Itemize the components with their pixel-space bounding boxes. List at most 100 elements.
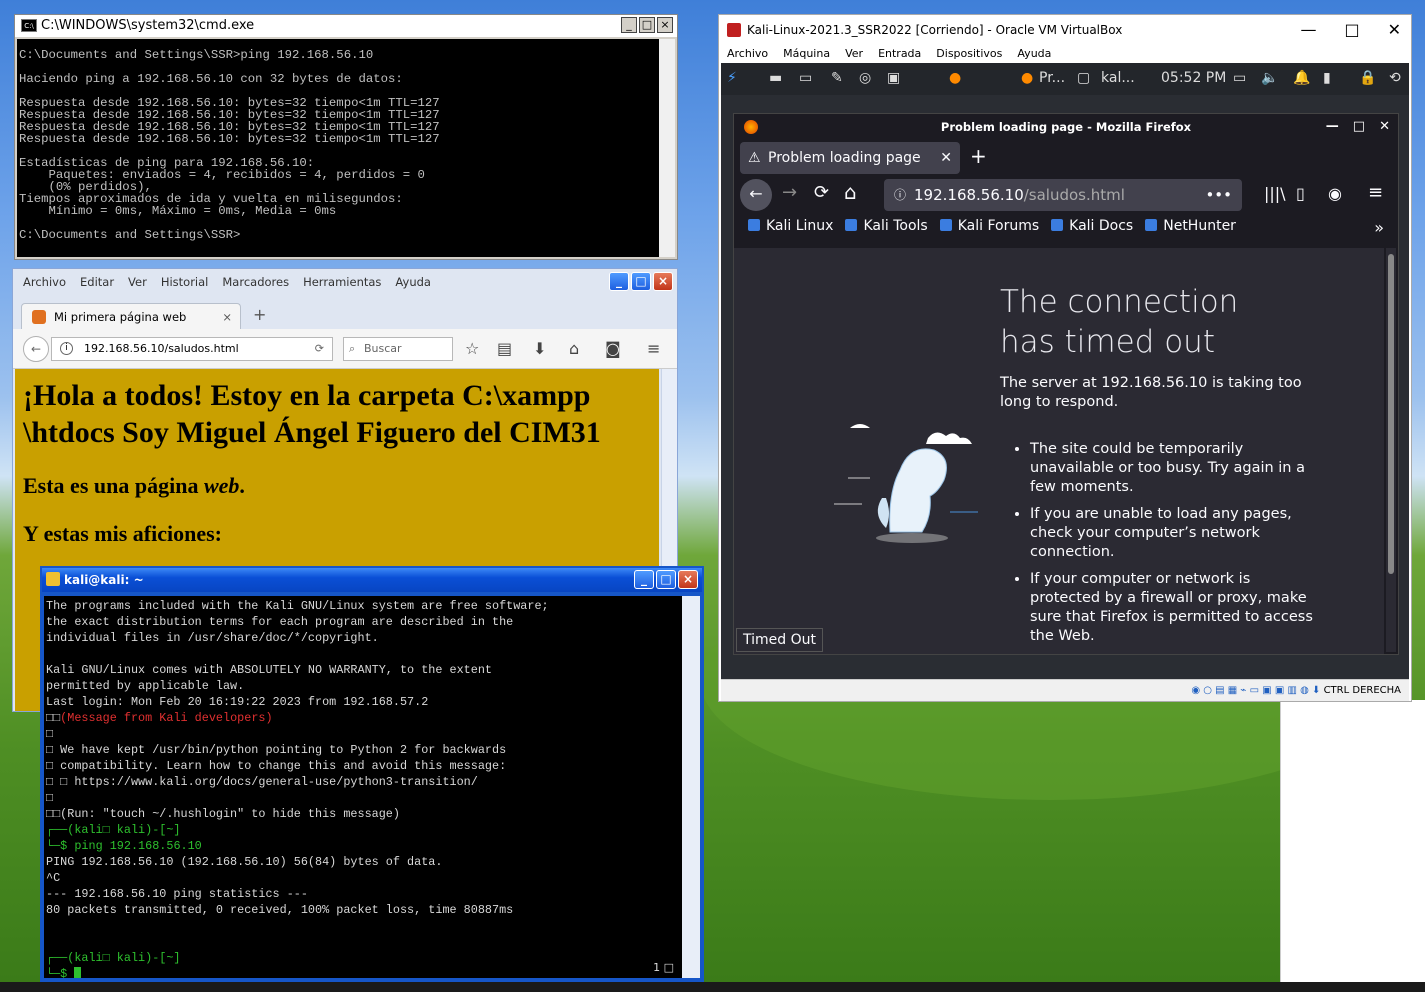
back-button[interactable]: ← [23,336,49,362]
menu-marcadores[interactable]: Marcadores [222,275,289,289]
minimize-button[interactable]: _ [634,570,654,589]
vbox-menu-entrada[interactable]: Entrada [878,47,921,60]
suggestion-item: The site could be temporarily unavailabl… [1030,440,1320,497]
page-actions-icon[interactable]: ••• [1205,179,1232,211]
kali-firefox-titlebar[interactable]: Problem loading page - Mozilla Firefox —… [734,114,1398,140]
maximize-button[interactable]: □ [1344,15,1359,45]
library-icon[interactable]: |||\ [1264,184,1286,203]
reading-list-icon[interactable]: ▤ [497,339,512,358]
vbox-menu-archivo[interactable]: Archivo [727,47,768,60]
maximize-button[interactable]: □ [1353,114,1365,140]
bookmark-kali-linux[interactable]: Kali Linux [748,218,833,234]
menu-ayuda[interactable]: Ayuda [395,275,431,289]
display-icon[interactable]: ▭ [1233,70,1246,86]
reload-icon[interactable]: ⟳ [315,338,324,360]
minimize-button[interactable]: — [1300,15,1316,45]
menu-editar[interactable]: Editar [80,275,114,289]
menu-archivo[interactable]: Archivo [23,275,66,289]
page-heading: ¡Hola a todos! Estoy en la carpeta C:\xa… [23,379,601,449]
notification-bell-icon[interactable]: 🔔 [1293,70,1310,86]
page-scrollbar[interactable] [1386,248,1396,652]
cmd-titlebar[interactable]: C:\ C:\WINDOWS\system32\cmd.exe _ □ × [15,15,677,37]
search-icon: ⌕ [349,342,356,355]
tab-problem-loading[interactable]: ⚠ Problem loading page ✕ [740,142,960,174]
close-tab-icon[interactable]: × [222,304,232,330]
minimize-button[interactable]: _ [609,272,629,291]
url-bar[interactable]: ⓘ 192.168.56.10/saludos.html ••• [884,179,1242,211]
workspace-icon[interactable]: ▬ [769,70,782,86]
vbox-menu-dispositivos[interactable]: Dispositivos [936,47,1002,60]
bookmark-kali-forums[interactable]: Kali Forums [940,218,1039,234]
info-icon[interactable]: i [60,342,73,355]
url-bar[interactable]: i 192.168.56.10/saludos.html ⟳ [51,337,333,361]
minimize-button[interactable]: — [1326,114,1339,140]
menu-historial[interactable]: Historial [161,275,209,289]
kali-top-panel: ⚡ ▬ ▭ ✎ ◎ ▣ ● ● Pr... ▢ kal... 05:52 PM … [721,63,1409,95]
browser-icon[interactable]: ◎ [859,70,871,86]
new-tab-button[interactable]: + [253,305,266,324]
logout-icon[interactable]: ⟲ [1389,70,1401,86]
error-description: The server at 192.168.56.10 is taking to… [1000,375,1302,410]
cmd-output[interactable]: C:\Documents and Settings\SSR>ping 192.1… [17,39,659,257]
close-tab-icon[interactable]: ✕ [940,142,952,174]
terminal-titlebar[interactable]: kali@kali: ~ _ □ × [42,568,702,592]
volume-icon[interactable]: 🔈 [1261,70,1278,86]
menu-icon[interactable]: ≡ [1368,182,1383,203]
cmd-window: C:\ C:\WINDOWS\system32\cmd.exe _ □ × C:… [14,14,678,260]
tab-mi-primera-pagina[interactable]: Mi primera página web × [21,303,241,331]
bookmark-kali-docs[interactable]: Kali Docs [1051,218,1133,234]
tab-label: Problem loading page [768,150,921,166]
battery-icon[interactable]: ▮ [1323,70,1331,86]
close-button[interactable]: × [653,272,673,291]
back-button[interactable]: ← [740,179,772,211]
home-button[interactable]: ⌂ [844,180,857,204]
kali-terminal-window: kali@kali: ~ _ □ × The programs included… [40,566,704,982]
maximize-button[interactable]: □ [631,272,651,291]
account-icon[interactable]: ◉ [1328,184,1342,203]
error-page: The connection has timed out The server … [734,248,1384,654]
terminal-launcher-icon[interactable]: ▣ [887,70,900,86]
vbox-menu-maquina[interactable]: Máquina [783,47,830,60]
home-icon[interactable]: ⌂ [569,339,579,358]
vbox-menu-ayuda[interactable]: Ayuda [1017,47,1051,60]
task-firefox[interactable]: Pr... [1039,70,1065,86]
bookmark-nethunter[interactable]: NetHunter [1145,218,1236,234]
firefox-icon: ● [1021,70,1034,86]
download-icon[interactable]: ⬇ [533,339,546,358]
forward-button[interactable]: → [782,182,797,203]
info-icon[interactable]: ⓘ [894,179,906,211]
vm-screen: Problem loading page - Mozilla Firefox —… [721,95,1409,683]
close-button[interactable]: ✕ [1388,15,1401,45]
terminal-scrollbar[interactable] [682,596,700,978]
vbox-titlebar[interactable]: Kali-Linux-2021.3_SSR2022 [Corriendo] - … [719,15,1411,45]
close-button[interactable]: × [657,17,673,33]
maximize-button[interactable]: □ [656,570,676,589]
minimize-button[interactable]: _ [621,17,637,33]
pocket-icon[interactable]: ◙ [605,339,621,358]
sidebar-icon[interactable]: ▯ [1296,184,1305,203]
bookmark-star-icon[interactable]: ☆ [465,339,479,358]
close-button[interactable]: × [678,570,698,589]
task-terminal[interactable]: kal... [1101,70,1135,86]
maximize-button[interactable]: □ [639,17,655,33]
vbox-status-icons[interactable]: ◉ ○ ▤ ▦ ⌁ ▭ ▣ ▣ ▥ ◍ ⬇ [1191,685,1320,696]
menu-icon[interactable]: ≡ [647,339,660,358]
close-button[interactable]: ✕ [1379,114,1390,140]
kali-menu-icon[interactable]: ⚡ [727,70,737,86]
files-icon[interactable]: ▭ [799,70,812,86]
menu-ver[interactable]: Ver [128,275,147,289]
terminal-output[interactable]: The programs included with the Kali GNU/… [44,596,682,978]
new-tab-button[interactable]: + [970,144,987,168]
virtualbox-icon [727,23,741,37]
reload-button[interactable]: ⟳ [814,182,829,203]
bookmark-kali-tools[interactable]: Kali Tools [845,218,927,234]
cmd-scrollbar[interactable] [659,39,675,257]
editor-icon[interactable]: ✎ [831,70,843,86]
firefox-task-icon[interactable]: ● [949,70,961,86]
menu-herramientas[interactable]: Herramientas [303,275,381,289]
search-input[interactable]: ⌕ Buscar [343,337,453,361]
vbox-menu-ver[interactable]: Ver [845,47,863,60]
lock-icon[interactable]: 🔒 [1359,70,1376,86]
vbox-status-bar: ◉ ○ ▤ ▦ ⌁ ▭ ▣ ▣ ▥ ◍ ⬇ CTRL DERECHA [721,679,1409,701]
bookmarks-overflow-icon[interactable]: » [1374,218,1384,237]
